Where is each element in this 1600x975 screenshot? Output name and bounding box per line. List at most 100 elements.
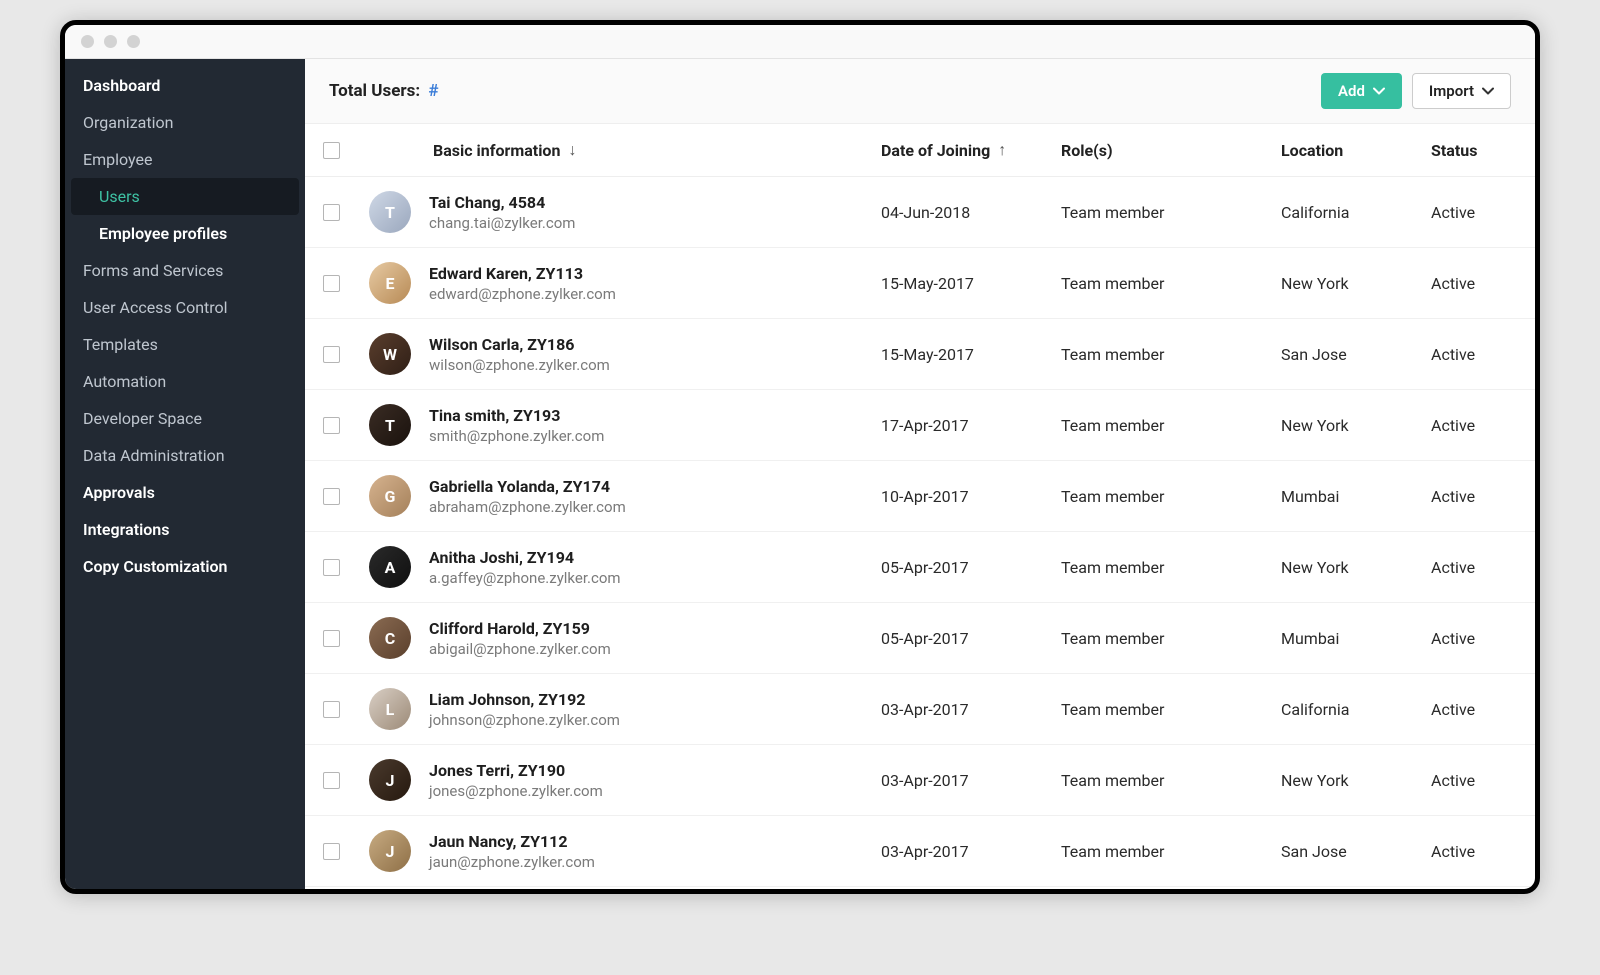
sidebar-item-label: Data Administration [83,446,225,465]
sidebar-item-label: Integrations [83,520,169,539]
row-status-cell: Active [1431,842,1511,861]
row-date-cell: 15-May-2017 [881,345,1061,364]
sidebar-item-user-access-control[interactable]: User Access Control [65,289,305,326]
sidebar-item-employee-profiles[interactable]: Employee profiles [65,215,305,252]
row-status-cell: Active [1431,345,1511,364]
table-row[interactable]: TTai Chang, 4584chang.tai@zylker.com04-J… [305,177,1535,248]
row-checkbox-cell [323,275,369,292]
table-row[interactable]: E Edward Karen, ZY113 edward@zphone.zylker… [305,248,1535,319]
row-checkbox[interactable] [323,275,340,292]
avatar: A [369,546,411,588]
row-date-cell: 03-Apr-2017 [881,842,1061,861]
row-location-cell: California [1281,700,1431,719]
chevron-down-icon [1482,87,1494,95]
column-basic-information[interactable]: Basic information ↓ [369,140,881,160]
user-email: edward@zphone.zylker.com [429,285,616,303]
sidebar-item-users[interactable]: Users [71,178,299,215]
row-status-cell: Active [1431,629,1511,648]
sidebar-item-label: Employee profiles [99,224,227,243]
row-checkbox[interactable] [323,630,340,647]
row-date-cell: 05-Apr-2017 [881,558,1061,577]
row-checkbox[interactable] [323,701,340,718]
column-roles[interactable]: Role(s) [1061,141,1281,160]
user-email: abraham@zphone.zylker.com [429,498,626,516]
column-date-of-joining[interactable]: Date of Joining ↑ [881,140,1061,160]
row-checkbox[interactable] [323,346,340,363]
row-role-cell: Team member [1061,345,1281,364]
import-button[interactable]: Import [1412,73,1511,109]
user-email: abigail@zphone.zylker.com [429,640,611,658]
name-block: Jaun Nancy, ZY112jaun@zphone.zylker.com [429,832,595,871]
row-checkbox-cell [323,701,369,718]
row-location-cell: California [1281,203,1431,222]
name-block: Liam Johnson, ZY192johnson@zphone.zylker… [429,690,620,729]
sidebar-item-organization[interactable]: Organization [65,104,305,141]
user-name: Tina smith, ZY193 [429,406,604,425]
table-row[interactable]: L Liam Johnson, ZY192johnson@zphone.zylke… [305,674,1535,745]
avatar: G [369,475,411,517]
sidebar-item-integrations[interactable]: Integrations [65,511,305,548]
avatar: T [369,404,411,446]
window-maximize-icon[interactable] [127,35,140,48]
row-checkbox[interactable] [323,559,340,576]
table-row[interactable]: GGabriella Yolanda, ZY174abraham@zphone.… [305,461,1535,532]
sidebar-item-label: Copy Customization [83,557,227,576]
row-info-cell: E Edward Karen, ZY113 edward@zphone.zylker… [369,262,881,304]
name-block: Tai Chang, 4584chang.tai@zylker.com [429,193,575,232]
row-checkbox[interactable] [323,417,340,434]
table-row[interactable]: C Clifford Harold, ZY159abigail@zphone.zy… [305,603,1535,674]
row-location-cell: New York [1281,274,1431,293]
select-all-checkbox[interactable] [323,142,340,159]
user-name: Tai Chang, 4584 [429,193,575,212]
row-date-cell: 05-Apr-2017 [881,629,1061,648]
sidebar-item-label: Developer Space [83,409,202,428]
arrow-down-icon: ↓ [568,140,576,160]
table-row[interactable]: WWilson Carla, ZY186wilson@zphone.zylker… [305,319,1535,390]
avatar: C [369,617,411,659]
row-checkbox[interactable] [323,843,340,860]
avatar: L [369,688,411,730]
sidebar-item-dashboard[interactable]: Dashboard [65,67,305,104]
sidebar-item-data-administration[interactable]: Data Administration [65,437,305,474]
app-window: Dashboard Organization EmployeeUsers Employ… [60,20,1540,894]
row-checkbox-cell [323,772,369,789]
sidebar-item-automation[interactable]: Automation [65,363,305,400]
column-status[interactable]: Status [1431,141,1511,160]
sidebar-item-copy-customization[interactable]: Copy Customization [65,548,305,585]
table-row[interactable]: TTina smith, ZY193smith@zphone.zylker.co… [305,390,1535,461]
sidebar-item-forms-and-services[interactable]: Forms and Services [65,252,305,289]
sidebar-item-approvals[interactable]: Approvals [65,474,305,511]
row-checkbox[interactable] [323,488,340,505]
row-info-cell: JJones Terri, ZY190jones@zphone.zylker.c… [369,759,881,801]
table-row[interactable]: AAnitha Joshi, ZY194a.gaffey@zphone.zylk… [305,532,1535,603]
column-location[interactable]: Location [1281,141,1431,160]
row-status-cell: Active [1431,203,1511,222]
row-role-cell: Team member [1061,842,1281,861]
sidebar-item-label: Organization [83,113,173,132]
add-button[interactable]: Add [1321,73,1402,109]
window-minimize-icon[interactable] [104,35,117,48]
add-button-label: Add [1338,82,1365,100]
window-close-icon[interactable] [81,35,94,48]
sidebar-item-employee[interactable]: Employee [65,141,305,178]
row-status-cell: Active [1431,416,1511,435]
user-email: jaun@zphone.zylker.com [429,853,595,871]
row-checkbox-cell [323,204,369,221]
table-row[interactable]: JJones Terri, ZY190jones@zphone.zylker.c… [305,745,1535,816]
name-block: Clifford Harold, ZY159abigail@zphone.zyl… [429,619,611,658]
sidebar-item-label: User Access Control [83,298,228,317]
table-row[interactable]: J Jaun Nancy, ZY112jaun@zphone.zylker.com… [305,816,1535,887]
import-button-label: Import [1429,82,1474,100]
avatar: J [369,830,411,872]
row-info-cell: L Liam Johnson, ZY192johnson@zphone.zylke… [369,688,881,730]
row-checkbox[interactable] [323,204,340,221]
avatar: J [369,759,411,801]
sidebar-item-developer-space[interactable]: Developer Space [65,400,305,437]
avatar: E [369,262,411,304]
avatar: T [369,191,411,233]
user-name: Edward Karen, ZY113 [429,264,616,283]
row-checkbox[interactable] [323,772,340,789]
sidebar-item-templates[interactable]: Templates [65,326,305,363]
row-status-cell: Active [1431,487,1511,506]
row-info-cell: AAnitha Joshi, ZY194a.gaffey@zphone.zylk… [369,546,881,588]
